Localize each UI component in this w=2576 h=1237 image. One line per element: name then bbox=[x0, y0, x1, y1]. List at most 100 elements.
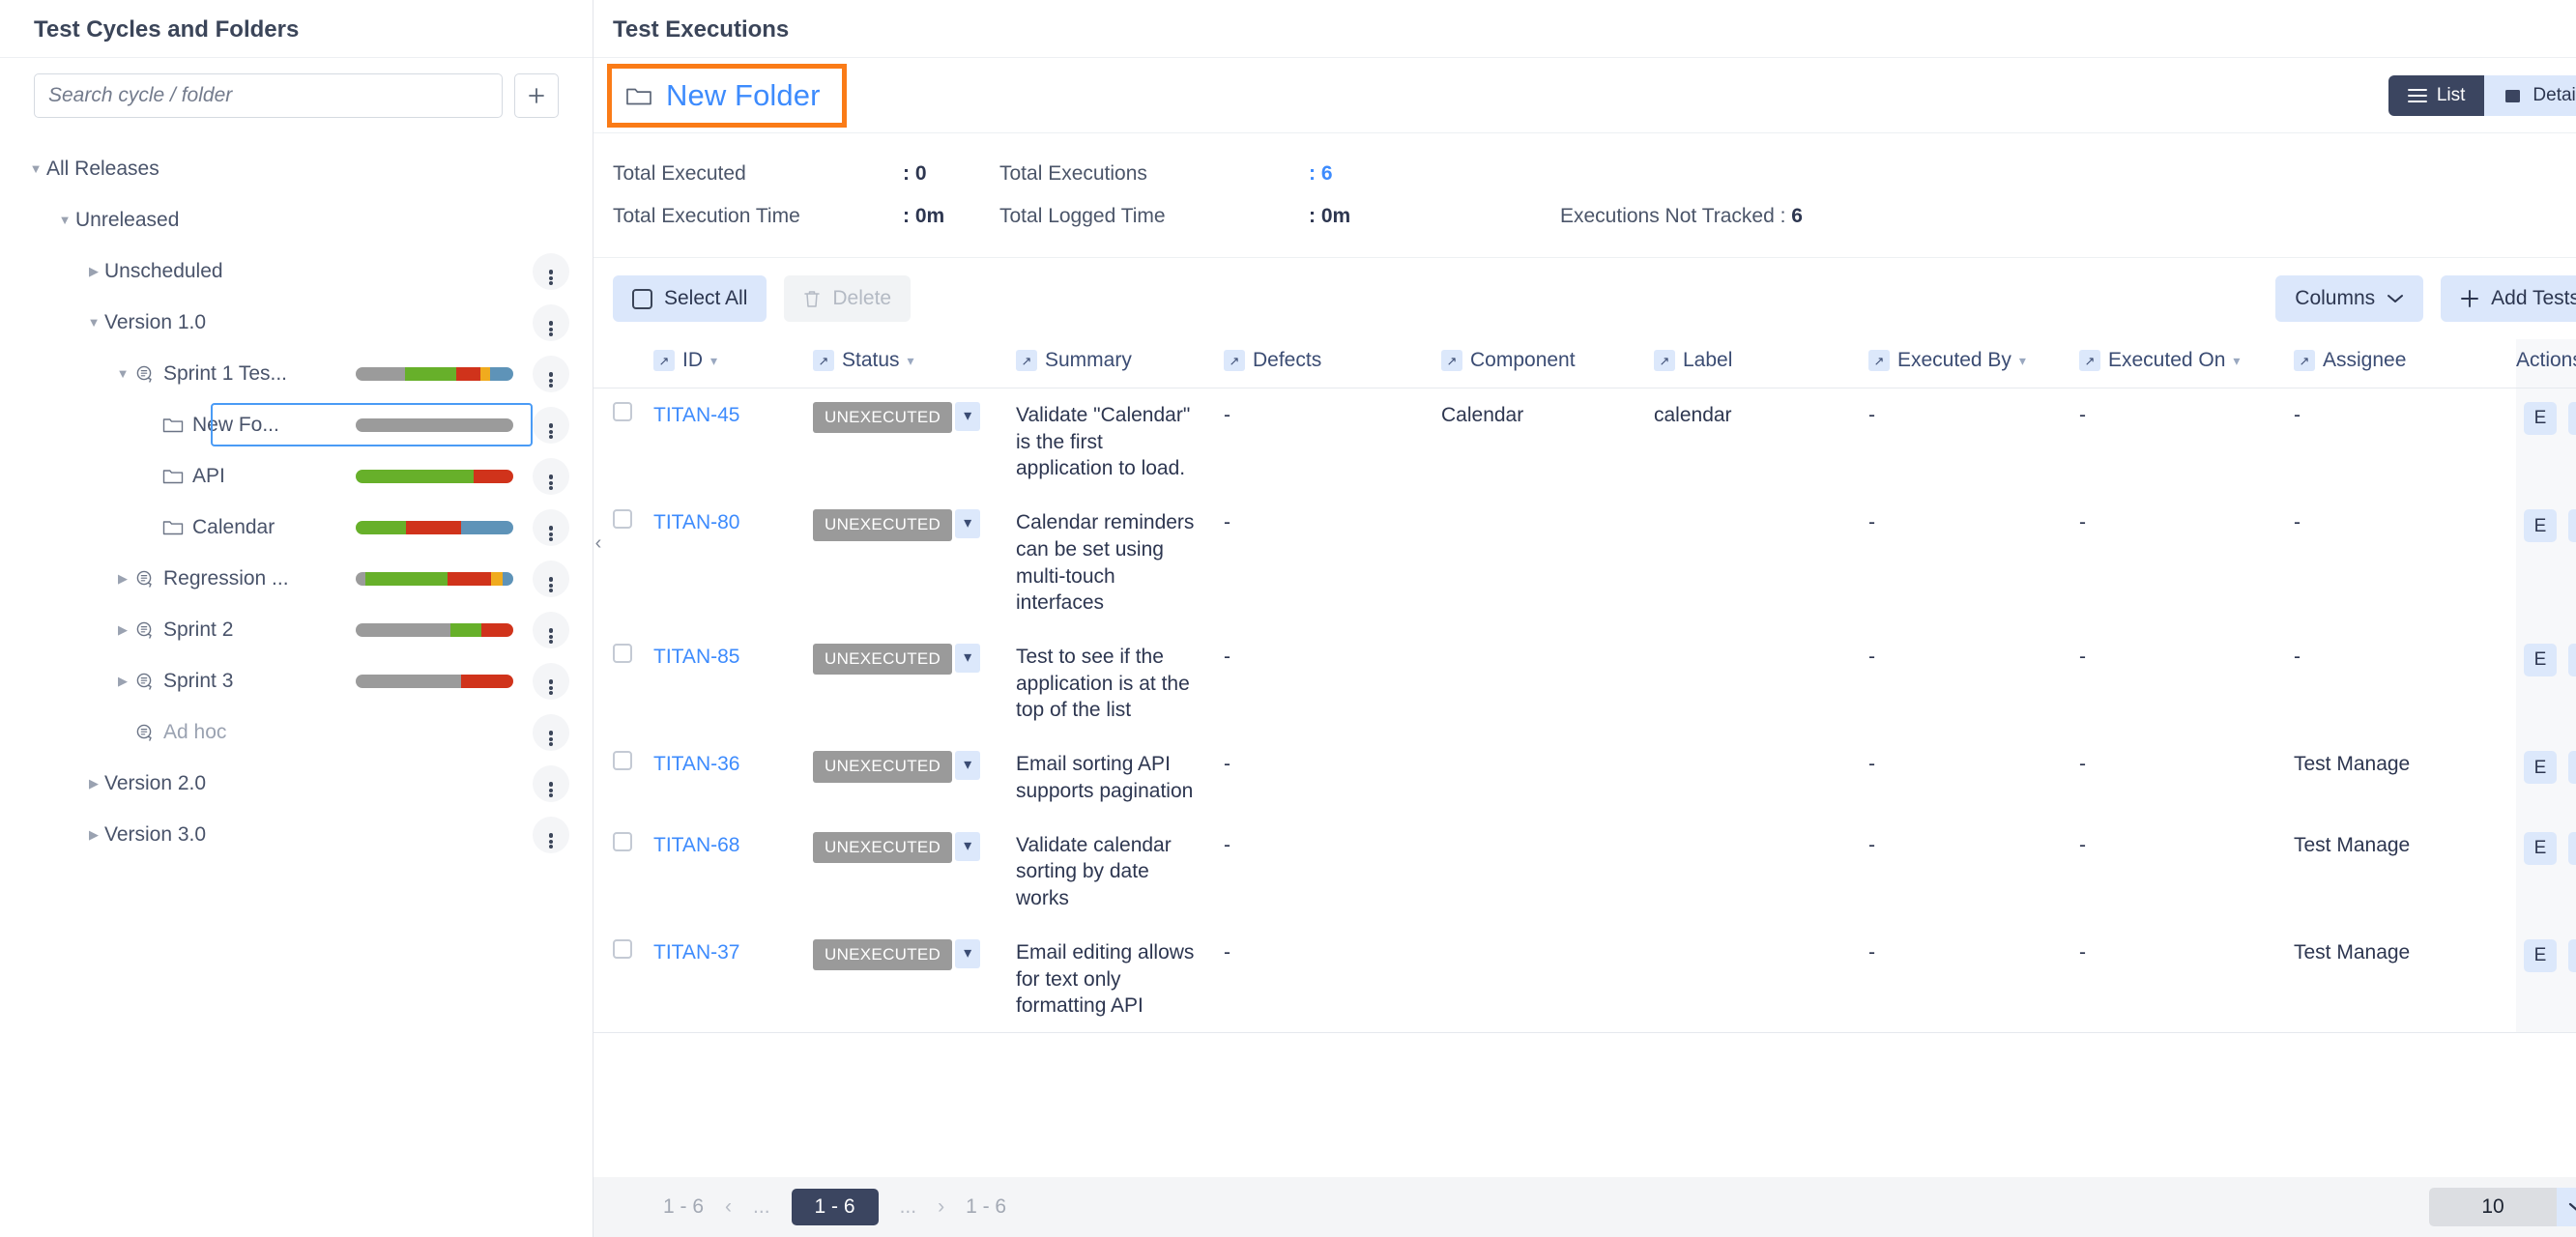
th-summary[interactable]: ↗ Summary bbox=[1016, 339, 1224, 388]
pin-icon[interactable]: ↗ bbox=[813, 350, 834, 371]
table-row[interactable]: TITAN-36 UNEXECUTED ▾ Email sorting API sup… bbox=[593, 737, 2576, 819]
tree-item-menu-button[interactable] bbox=[533, 764, 569, 802]
tree-item-all-releases[interactable]: All Releases bbox=[0, 143, 593, 194]
th-executed-on[interactable]: ↗ Executed On ▾ bbox=[2079, 339, 2294, 388]
sort-chevron-icon[interactable]: ▾ bbox=[2019, 353, 2026, 369]
prev-page-button[interactable]: ‹ bbox=[725, 1195, 732, 1219]
status-dropdown-icon[interactable]: ▾ bbox=[955, 402, 981, 431]
tree-caret-down-icon[interactable] bbox=[83, 315, 104, 330]
tree-item-menu-button[interactable] bbox=[533, 816, 569, 853]
tree-item-regression[interactable]: Regression ... bbox=[0, 553, 593, 604]
sort-chevron-icon[interactable]: ▾ bbox=[710, 353, 717, 369]
collapse-panel-handle[interactable]: ‹ bbox=[588, 522, 609, 564]
pin-icon[interactable]: ↗ bbox=[1016, 350, 1037, 371]
folder-name-highlight[interactable]: New Folder bbox=[607, 63, 847, 128]
tree-item-menu-button[interactable] bbox=[533, 457, 569, 495]
delete-row-button[interactable] bbox=[2568, 644, 2576, 677]
th-actions[interactable]: Actions bbox=[2516, 339, 2576, 388]
status-dropdown-icon[interactable]: ▾ bbox=[955, 644, 981, 674]
tree-item-new-fo[interactable]: New Fo... bbox=[0, 399, 593, 450]
prev-dots[interactable]: ... bbox=[753, 1195, 770, 1219]
table-row[interactable]: TITAN-68 UNEXECUTED ▾ Validate calendar sor… bbox=[593, 818, 2576, 926]
delete-row-button[interactable] bbox=[2568, 751, 2576, 785]
th-status[interactable]: ↗ Status ▾ bbox=[813, 339, 1016, 388]
execute-button[interactable]: E bbox=[2524, 644, 2557, 677]
tree-item-ad-hoc[interactable]: Ad hoc bbox=[0, 706, 593, 758]
tree-caret-right-icon[interactable] bbox=[112, 674, 133, 689]
pin-icon[interactable]: ↗ bbox=[653, 350, 675, 371]
delete-row-button[interactable] bbox=[2568, 938, 2576, 972]
tree-item-unreleased[interactable]: Unreleased bbox=[0, 194, 593, 245]
tree-item-version-1-0[interactable]: Version 1.0 bbox=[0, 297, 593, 348]
tree-item-sprint-3[interactable]: Sprint 3 bbox=[0, 655, 593, 706]
tree-item-menu-button[interactable] bbox=[533, 508, 569, 546]
pin-icon[interactable]: ↗ bbox=[1224, 350, 1245, 371]
execute-button[interactable]: E bbox=[2524, 509, 2557, 543]
pin-icon[interactable]: ↗ bbox=[1654, 350, 1675, 371]
test-id-link[interactable]: TITAN-36 bbox=[653, 753, 739, 775]
status-dropdown-icon[interactable]: ▾ bbox=[955, 831, 981, 861]
tree-item-version-3-0[interactable]: Version 3.0 bbox=[0, 809, 593, 860]
current-page-button[interactable]: 1 - 6 bbox=[791, 1189, 879, 1225]
status-dropdown-icon[interactable]: ▾ bbox=[955, 938, 981, 968]
row-checkbox[interactable] bbox=[613, 751, 632, 771]
tree-item-menu-button[interactable] bbox=[533, 252, 569, 290]
delete-row-button[interactable] bbox=[2568, 509, 2576, 543]
tab-list-view[interactable]: List bbox=[2388, 74, 2485, 116]
search-input[interactable] bbox=[34, 73, 503, 118]
tree-item-menu-button[interactable] bbox=[533, 713, 569, 751]
tree-item-menu-button[interactable] bbox=[533, 355, 569, 392]
test-id-link[interactable]: TITAN-45 bbox=[653, 404, 739, 426]
next-dots[interactable]: ... bbox=[900, 1195, 917, 1219]
execute-button[interactable]: E bbox=[2524, 402, 2557, 435]
tree-item-menu-button[interactable] bbox=[533, 406, 569, 444]
tree-item-menu-button[interactable] bbox=[533, 560, 569, 597]
tree-item-menu-button[interactable] bbox=[533, 611, 569, 648]
execute-button[interactable]: E bbox=[2524, 938, 2557, 972]
tree-item-sprint-1-tes[interactable]: Sprint 1 Tes... bbox=[0, 348, 593, 399]
table-row[interactable]: TITAN-80 UNEXECUTED ▾ Calendar reminders ca… bbox=[593, 496, 2576, 631]
tree-caret-right-icon[interactable] bbox=[112, 571, 133, 587]
table-row[interactable]: TITAN-45 UNEXECUTED ▾ Validate "Calendar" i… bbox=[593, 388, 2576, 497]
add-tests-button[interactable]: Add Tests bbox=[2441, 275, 2576, 322]
tree-caret-right-icon[interactable] bbox=[112, 622, 133, 638]
tree-item-calendar[interactable]: Calendar bbox=[0, 502, 593, 553]
delete-row-button[interactable] bbox=[2568, 402, 2576, 435]
tree-caret-right-icon[interactable] bbox=[83, 776, 104, 791]
test-id-link[interactable]: TITAN-37 bbox=[653, 941, 739, 964]
table-row[interactable]: TITAN-37 UNEXECUTED ▾ Email editing allows … bbox=[593, 925, 2576, 1033]
th-id[interactable]: ↗ ID ▾ bbox=[653, 339, 813, 388]
row-checkbox[interactable] bbox=[613, 509, 632, 530]
pin-icon[interactable]: ↗ bbox=[2079, 350, 2100, 371]
execute-button[interactable]: E bbox=[2524, 751, 2557, 785]
th-executed-by[interactable]: ↗ Executed By ▾ bbox=[1868, 339, 2079, 388]
tree-item-menu-button[interactable] bbox=[533, 303, 569, 341]
next-page-button[interactable]: › bbox=[938, 1195, 944, 1219]
row-checkbox[interactable] bbox=[613, 402, 632, 421]
tree-caret-down-icon[interactable] bbox=[54, 213, 75, 227]
select-all-button[interactable]: Select All bbox=[613, 275, 767, 322]
test-id-link[interactable]: TITAN-85 bbox=[653, 646, 739, 668]
pin-icon[interactable]: ↗ bbox=[2294, 350, 2315, 371]
test-id-link[interactable]: TITAN-68 bbox=[653, 834, 739, 856]
pin-icon[interactable]: ↗ bbox=[1441, 350, 1462, 371]
tree-caret-right-icon[interactable] bbox=[83, 827, 104, 843]
delete-button[interactable]: Delete bbox=[784, 275, 912, 322]
th-defects[interactable]: ↗ Defects bbox=[1224, 339, 1441, 388]
table-row[interactable]: TITAN-85 UNEXECUTED ▾ Test to see if the ap… bbox=[593, 630, 2576, 738]
tab-detail-view[interactable]: Detail bbox=[2484, 74, 2576, 116]
sort-chevron-icon[interactable]: ▾ bbox=[908, 353, 914, 369]
status-dropdown-icon[interactable]: ▾ bbox=[955, 509, 981, 539]
tree-caret-right-icon[interactable] bbox=[83, 264, 104, 279]
row-checkbox[interactable] bbox=[613, 831, 632, 851]
page-size-chevron-icon[interactable] bbox=[2557, 1188, 2576, 1226]
add-cycle-button[interactable] bbox=[514, 73, 559, 118]
th-assignee[interactable]: ↗ Assignee bbox=[2294, 339, 2516, 388]
pin-icon[interactable]: ↗ bbox=[1868, 350, 1890, 371]
sort-chevron-icon[interactable]: ▾ bbox=[2233, 353, 2240, 369]
tree-caret-down-icon[interactable] bbox=[112, 366, 133, 381]
execute-button[interactable]: E bbox=[2524, 831, 2557, 865]
tree-item-api[interactable]: API bbox=[0, 450, 593, 502]
tree-caret-down-icon[interactable] bbox=[25, 161, 46, 176]
th-component[interactable]: ↗ Component bbox=[1441, 339, 1654, 388]
